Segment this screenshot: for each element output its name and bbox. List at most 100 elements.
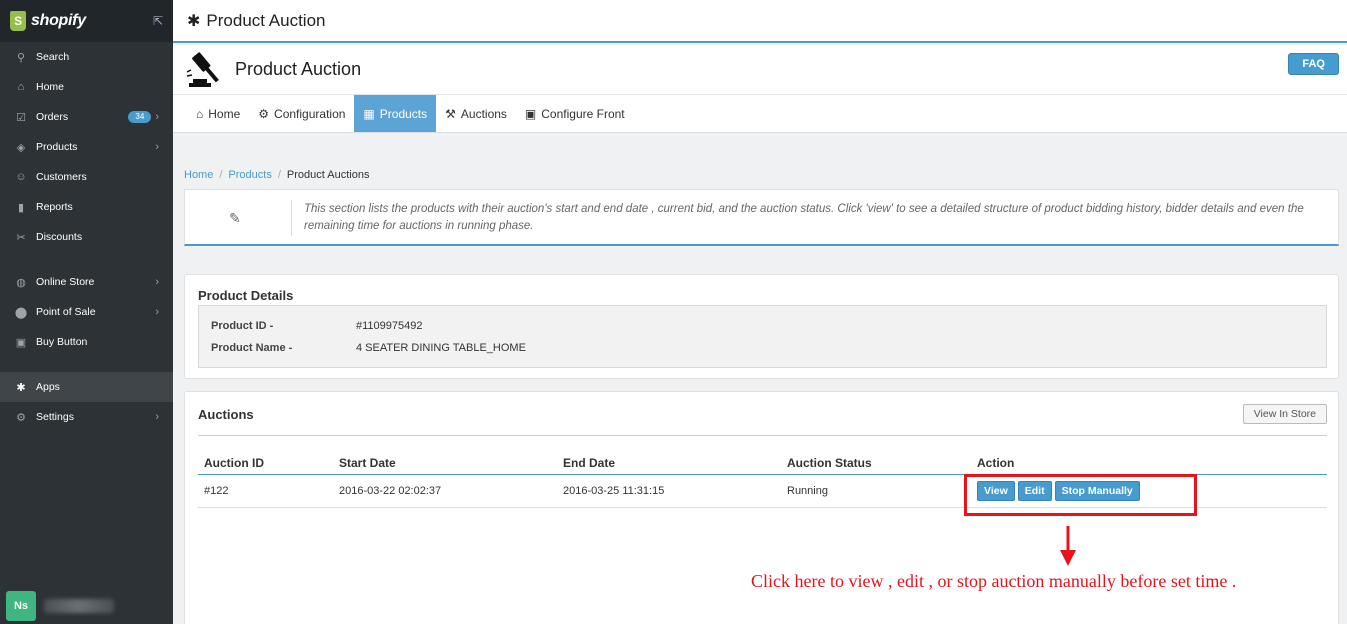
sidebar-item-online-store[interactable]: ◍ Online Store › (0, 267, 173, 297)
home-icon: ⌂ (17, 81, 25, 93)
sidebar-item-discounts[interactable]: ✂ Discounts (0, 222, 173, 252)
sidebar: S shopify ⇱ ⚲ Search ⌂ Home ☑ Orders 34 › ◈ Pr… (0, 0, 173, 624)
gavel-icon: ⚒ (445, 106, 456, 121)
avatar: Ns (6, 591, 36, 621)
breadcrumb-separator: / (277, 169, 281, 181)
sidebar-item-point-of-sale[interactable]: ⬤ Point of Sale › (0, 297, 173, 327)
sidebar-item-label: Online Store (36, 276, 95, 288)
sidebar-item-customers[interactable]: ☺ Customers (0, 162, 173, 192)
sidebar-item-buy-button[interactable]: ▣ Buy Button (0, 327, 173, 357)
chevron-right-icon: › (155, 411, 159, 423)
location-pin-icon: ⬤ (14, 306, 28, 319)
globe-icon: ◍ (16, 276, 26, 289)
info-text: This section lists the products with the… (304, 203, 1304, 232)
chevron-right-icon: › (155, 141, 159, 153)
external-link-icon[interactable]: ⇱ (153, 14, 163, 28)
tab-auctions[interactable]: ⚒ Auctions (436, 95, 516, 132)
faq-button[interactable]: FAQ (1288, 53, 1339, 75)
tab-label: Configuration (274, 106, 346, 121)
product-name-row: Product Name - 4 SEATER DINING TABLE_HOM… (211, 342, 526, 354)
tab-label: Auctions (460, 106, 507, 121)
breadcrumb: Home / Products / Product Auctions (184, 169, 369, 181)
info-box: ✎ This section lists the products with t… (184, 189, 1339, 246)
tab-products[interactable]: ▦ Products (354, 95, 437, 132)
sidebar-item-products[interactable]: ◈ Products › (0, 132, 173, 162)
sidebar-item-label: Point of Sale (36, 306, 96, 318)
tab-configuration[interactable]: ⚙ Configuration (249, 95, 354, 132)
status-cell: Running (787, 485, 828, 497)
sidebar-item-settings[interactable]: ⚙ Settings › (0, 402, 173, 432)
annotation-text: Click here to view , edit , or stop auct… (751, 571, 1237, 591)
sidebar-item-orders[interactable]: ☑ Orders 34 › (0, 102, 173, 132)
column-header: End Date (563, 455, 616, 470)
product-details-panel: Product Details Product ID - #1109975492… (184, 274, 1339, 379)
table-header: Auction ID Start Date End Date Auction S… (198, 451, 1327, 475)
auction-id-cell: #122 (204, 485, 229, 497)
account-switcher[interactable]: Ns (0, 588, 173, 624)
tab-label: Configure Front (541, 106, 625, 121)
tab-label: Home (208, 106, 241, 121)
puzzle-icon: ✱ (187, 12, 201, 30)
breadcrumb-current: Product Auctions (286, 169, 370, 181)
chevron-right-icon: › (155, 111, 159, 123)
top-bar: ✱ Product Auction (173, 0, 1347, 43)
divider (198, 435, 1327, 436)
sidebar-nav: ⚲ Search ⌂ Home ☑ Orders 34 › ◈ Products › ☺ Cus… (0, 42, 173, 432)
tab-configure-front[interactable]: ▣ Configure Front (516, 95, 634, 132)
sidebar-item-label: Reports (36, 201, 73, 213)
sidebar-item-label: Discounts (36, 231, 83, 243)
column-header: Action (977, 455, 1015, 470)
app-header: Product Auction FAQ (173, 45, 1347, 95)
product-name-value: 4 SEATER DINING TABLE_HOME (356, 342, 526, 354)
chevron-right-icon: › (155, 306, 159, 318)
sidebar-item-label: Products (36, 141, 78, 153)
shopify-logo[interactable]: S shopify (10, 11, 86, 31)
sidebar-item-label: Customers (36, 171, 87, 183)
chevron-right-icon: › (155, 276, 159, 288)
sidebar-item-apps[interactable]: ✱ Apps (0, 372, 173, 402)
store-name-blurred (44, 599, 114, 613)
breadcrumb-home[interactable]: Home (184, 169, 213, 181)
tab-home[interactable]: ⌂ Home (187, 95, 249, 132)
code-icon: ▣ (15, 336, 27, 349)
reports-icon: ▮ (17, 201, 25, 214)
orders-icon: ☑ (16, 111, 26, 124)
sidebar-item-search[interactable]: ⚲ Search (0, 42, 173, 72)
product-id-row: Product ID - #1109975492 (211, 320, 422, 332)
orders-count-badge: 34 (128, 111, 152, 123)
sidebar-item-home[interactable]: ⌂ Home (0, 72, 173, 102)
tab-label: Products (379, 106, 428, 121)
discounts-icon: ✂ (16, 231, 26, 244)
column-header: Start Date (339, 455, 396, 470)
product-details-box: Product ID - #1109975492 Product Name - … (198, 305, 1327, 368)
sidebar-item-label: Apps (36, 381, 60, 393)
sidebar-item-label: Settings (36, 411, 74, 423)
end-date-cell: 2016-03-25 11:31:15 (563, 485, 665, 497)
start-date-cell: 2016-03-22 02:02:37 (339, 485, 442, 497)
product-name-label: Product Name - (211, 342, 293, 354)
auctions-title: Auctions (198, 407, 254, 422)
divider (291, 200, 292, 236)
column-header: Auction Status (787, 455, 872, 470)
product-details-title: Product Details (198, 288, 294, 303)
arrow-down-icon (1060, 526, 1076, 566)
pin-icon: ✎ (229, 210, 241, 226)
code-icon: ▣ (524, 106, 537, 121)
column-header: Auction ID (204, 455, 264, 470)
gear-icon: ⚙ (16, 411, 26, 424)
gavel-icon (186, 51, 219, 87)
search-icon: ⚲ (16, 51, 26, 64)
product-id-value: #1109975492 (356, 320, 423, 332)
product-id-label: Product ID - (211, 320, 274, 332)
logo-text: shopify (31, 12, 86, 29)
shopify-bag-icon: S (10, 11, 26, 31)
customers-icon: ☺ (15, 171, 27, 183)
sidebar-item-reports[interactable]: ▮ Reports (0, 192, 173, 222)
view-in-store-button[interactable]: View In Store (1242, 404, 1327, 424)
page-title: Product Auction (206, 10, 326, 30)
sidebar-item-label: Buy Button (36, 336, 88, 348)
sidebar-item-label: Orders (36, 111, 69, 123)
sidebar-header: S shopify ⇱ (0, 0, 173, 42)
breadcrumb-products[interactable]: Products (228, 169, 271, 181)
puzzle-icon: ✱ (16, 381, 26, 394)
